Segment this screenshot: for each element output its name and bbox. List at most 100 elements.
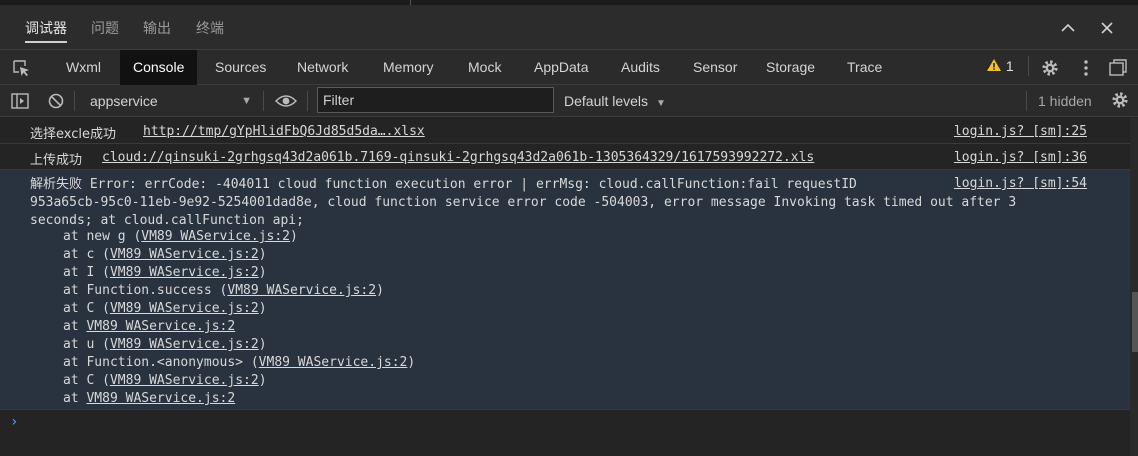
error-message-line: Error: errCode: -404011 cloud function e… xyxy=(89,177,857,192)
more-vertical-icon[interactable] xyxy=(1076,58,1096,78)
stack-frame: at C (VM89 WAService.js:2) xyxy=(63,372,415,390)
stack-frame-text: at xyxy=(63,319,87,334)
sidebar-toggle-icon[interactable] xyxy=(10,91,30,111)
tab-storage[interactable]: Storage xyxy=(766,50,815,85)
close-icon[interactable] xyxy=(1096,17,1118,39)
stack-frame-link[interactable]: VM89 WAService.js:2 xyxy=(110,247,259,262)
warnings-count: 1 xyxy=(1005,58,1014,74)
stack-frame: at C (VM89 WAService.js:2) xyxy=(63,300,415,318)
chevron-up-icon[interactable] xyxy=(1057,17,1079,39)
stack-frame: at VM89 WAService.js:2 xyxy=(63,390,415,408)
inspect-element-icon[interactable] xyxy=(11,58,31,78)
log-message-label: 解析失败 xyxy=(30,177,83,192)
tab-mock[interactable]: Mock xyxy=(468,50,501,85)
tab-audits[interactable]: Audits xyxy=(621,50,660,85)
hidden-count[interactable]: 1 hidden xyxy=(1038,89,1092,113)
divider xyxy=(1026,91,1027,111)
log-source-link[interactable]: login.js? [sm]:25 xyxy=(954,124,1087,139)
stack-frame-text: ) xyxy=(376,283,384,298)
tab-appdata[interactable]: AppData xyxy=(534,50,588,85)
stack-frame: at c (VM89 WAService.js:2) xyxy=(63,246,415,264)
stack-frame-text: ) xyxy=(258,265,267,280)
stack-frame: at u (VM89 WAService.js:2) xyxy=(63,336,415,354)
stack-trace: at new g (VM89 WAService.js:2) at c (VM8… xyxy=(63,228,415,408)
stack-frame-link[interactable]: VM89 WAService.js:2 xyxy=(86,319,235,334)
stack-frame-text: at u ( xyxy=(63,337,110,352)
dock-side-icon[interactable] xyxy=(1108,58,1128,78)
error-log-row: 解析失败 Error: errCode: -404011 cloud funct… xyxy=(0,170,1130,410)
tab-network[interactable]: Network xyxy=(297,50,348,85)
devtools-tabs: Wxml Console Sources Network Memory Mock… xyxy=(0,49,1138,85)
divider xyxy=(263,91,264,111)
panel-tab-debugger[interactable]: 调试器 xyxy=(25,5,67,49)
tab-memory[interactable]: Memory xyxy=(383,50,434,85)
eye-icon[interactable] xyxy=(275,92,297,110)
stack-frame-text: at xyxy=(63,391,87,406)
warning-icon xyxy=(987,59,1001,71)
stack-frame-link[interactable]: VM89 WAService.js:2 xyxy=(259,355,408,370)
stack-frame-link[interactable]: VM89 WAService.js:2 xyxy=(110,301,259,316)
tab-wxml[interactable]: Wxml xyxy=(56,50,111,85)
console-prompt[interactable]: › xyxy=(10,414,18,430)
log-levels-dropdown[interactable]: Default levels ▼ xyxy=(564,89,666,113)
log-source-link[interactable]: login.js? [sm]:36 xyxy=(954,150,1087,165)
context-selector[interactable]: appservice ▼ xyxy=(82,89,258,113)
caret-down-icon: ▼ xyxy=(241,95,252,107)
clear-console-icon[interactable] xyxy=(46,91,66,111)
console-settings-gear-icon[interactable] xyxy=(1110,90,1130,110)
scrollbar-thumb[interactable] xyxy=(1132,292,1138,352)
stack-frame-text: at c ( xyxy=(63,247,110,262)
log-message-link[interactable]: http://tmp/gYpHlidFbQ6Jd85d5da….xlsx xyxy=(143,124,425,139)
stack-frame-link[interactable]: VM89 WAService.js:2 xyxy=(110,373,259,388)
context-value: appservice xyxy=(90,93,158,109)
caret-down-icon: ▼ xyxy=(655,98,666,109)
divider xyxy=(74,91,75,111)
stack-frame-text: ) xyxy=(258,337,267,352)
stack-frame-text: at new g ( xyxy=(63,229,142,244)
stack-frame-text: ) xyxy=(258,301,267,316)
stack-frame-link[interactable]: VM89 WAService.js:2 xyxy=(227,283,376,298)
stack-frame-text: at Function.success ( xyxy=(63,283,228,298)
stack-frame-link[interactable]: VM89 WAService.js:2 xyxy=(141,229,290,244)
stack-frame-text: at Function.<anonymous> ( xyxy=(63,355,259,370)
log-message-label: 选择excle成功 xyxy=(30,127,116,142)
stack-frame-text: ) xyxy=(407,355,416,370)
stack-frame-text: ) xyxy=(258,373,267,388)
console-output: 选择excle成功 http://tmp/gYpHlidFbQ6Jd85d5da… xyxy=(0,118,1130,456)
filter-input[interactable] xyxy=(317,87,554,113)
stack-frame-text: at C ( xyxy=(63,373,110,388)
log-levels-value: Default levels xyxy=(564,93,649,109)
log-source-link[interactable]: login.js? [sm]:54 xyxy=(945,176,1087,191)
panel-tabs: 调试器 问题 输出 终端 xyxy=(0,5,1138,49)
error-message-line: seconds; at cloud.callFunction api; xyxy=(30,213,304,228)
stack-frame-link[interactable]: VM89 WAService.js:2 xyxy=(110,265,259,280)
stack-frame: at I (VM89 WAService.js:2) xyxy=(63,264,415,282)
divider xyxy=(307,91,308,111)
error-message: 解析失败 Error: errCode: -404011 cloud funct… xyxy=(30,176,1086,230)
panel-tab-output[interactable]: 输出 xyxy=(143,5,171,49)
stack-frame-link[interactable]: VM89 WAService.js:2 xyxy=(86,391,235,406)
stack-frame-text: ) xyxy=(290,229,298,244)
gear-icon[interactable] xyxy=(1040,58,1060,78)
tab-sensor[interactable]: Sensor xyxy=(693,50,737,85)
warnings-indicator[interactable]: 1 xyxy=(986,58,1014,78)
stack-frame-link[interactable]: VM89 WAService.js:2 xyxy=(110,337,259,352)
log-row: 选择excle成功 http://tmp/gYpHlidFbQ6Jd85d5da… xyxy=(0,118,1130,144)
stack-frame-text: at I ( xyxy=(63,265,110,280)
panel-tab-problems[interactable]: 问题 xyxy=(91,5,119,49)
tab-console[interactable]: Console xyxy=(120,50,198,85)
stack-frame-text: ) xyxy=(258,247,267,262)
stack-frame: at Function.<anonymous> (VM89 WAService.… xyxy=(63,354,415,372)
log-message-link[interactable]: cloud://qinsuki-2grhgsq43d2a061b.7169-qi… xyxy=(102,150,814,165)
tab-trace[interactable]: Trace xyxy=(847,50,882,85)
console-toolbar: appservice ▼ Default levels ▼ 1 hidden xyxy=(0,85,1138,117)
log-message-label: 上传成功 xyxy=(30,153,83,168)
log-row: 上传成功 cloud://qinsuki-2grhgsq43d2a061b.71… xyxy=(0,144,1130,170)
stack-frame-text: at C ( xyxy=(63,301,110,316)
error-message-line: 953a65cb-95c0-11eb-9e92-5254001dad8e, cl… xyxy=(30,195,1017,210)
stack-frame: at VM89 WAService.js:2 xyxy=(63,318,415,336)
panel-tab-terminal[interactable]: 终端 xyxy=(196,5,224,49)
scrollbar-track[interactable] xyxy=(1130,118,1138,456)
tab-sources[interactable]: Sources xyxy=(215,50,266,85)
stack-frame: at new g (VM89 WAService.js:2) xyxy=(63,228,415,246)
